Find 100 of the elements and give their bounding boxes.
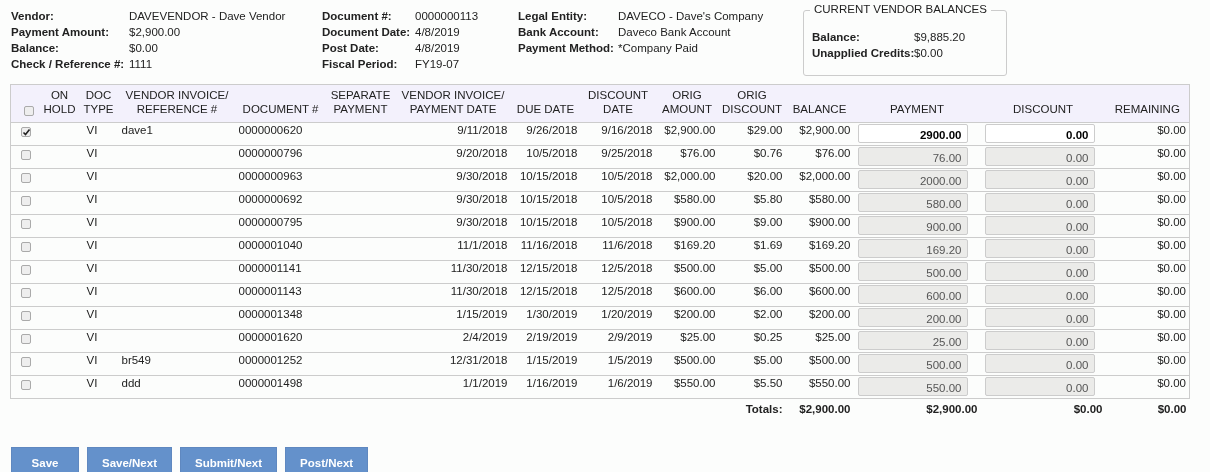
table-cell: 2/9/2019 <box>580 329 656 353</box>
checkbox[interactable] <box>21 380 31 390</box>
table-cell: $600.00 <box>785 283 854 307</box>
field-value: *Company Paid <box>618 41 699 56</box>
column-header: ORIG AMOUNT <box>655 84 719 123</box>
column-header: DOCUMENT # <box>235 84 326 123</box>
field-label: Fiscal Period: <box>322 57 399 72</box>
table-cell: $2.00 <box>718 306 786 330</box>
table-cell: $0.00 <box>1105 375 1190 399</box>
table-cell: 0000001620 <box>235 329 326 353</box>
checkbox[interactable] <box>21 196 31 206</box>
table-cell: 2/4/2019 <box>395 329 511 353</box>
total-value: $0.00 <box>1105 398 1190 424</box>
table-cell: VI <box>78 283 119 307</box>
table-cell: 0000000620 <box>235 122 326 146</box>
table-cell: $900.00 <box>655 214 719 238</box>
table-cell: $76.00 <box>655 145 719 169</box>
table-cell: $0.00 <box>1105 306 1190 330</box>
total-value: $2,900.00 <box>853 398 981 424</box>
column-header: DOC TYPE <box>78 84 119 123</box>
table-cell: 10/15/2018 <box>510 191 581 215</box>
table-cell: 11/16/2018 <box>510 237 581 261</box>
payment-field[interactable]: 2900.00 <box>857 124 968 143</box>
table-cell: 0000001040 <box>235 237 326 261</box>
checkbox[interactable] <box>21 173 31 183</box>
table-cell: $169.20 <box>655 237 719 261</box>
table-cell: 9/30/2018 <box>395 214 511 238</box>
table-cell: 0000001143 <box>235 283 326 307</box>
checkbox[interactable] <box>24 106 35 116</box>
checkbox[interactable] <box>21 242 31 252</box>
field-label: Legal Entity: <box>518 9 588 24</box>
field-value: FY19-07 <box>415 57 461 72</box>
table-cell: $500.00 <box>785 260 854 284</box>
field-label: Bank Account: <box>518 25 600 40</box>
checkbox[interactable] <box>21 357 31 367</box>
field-label: Unapplied Credits: <box>812 46 914 61</box>
table-cell: 10/5/2018 <box>580 191 656 215</box>
field-label: Payment Amount: <box>11 25 110 40</box>
checkbox[interactable] <box>21 311 31 321</box>
table-cell: 9/25/2018 <box>580 145 656 169</box>
table-cell: $25.00 <box>655 329 719 353</box>
table-cell: $500.00 <box>785 352 854 376</box>
table-cell: 11/30/2018 <box>395 283 511 307</box>
table-cell: $200.00 <box>655 306 719 330</box>
table-cell: VI <box>78 260 119 284</box>
field-value: DAVEVENDOR - Dave Vendor <box>129 9 287 24</box>
discount-field[interactable]: 0.00 <box>984 124 1095 143</box>
field-value: 4/8/2019 <box>415 25 461 40</box>
field-label: Payment Method: <box>518 41 615 56</box>
table-cell: $2,900.00 <box>655 122 719 146</box>
table-cell: 12/5/2018 <box>580 260 656 284</box>
field-value: Daveco Bank Account <box>618 25 732 40</box>
field-value: $9,885.20 <box>914 30 967 45</box>
table-cell: $5.00 <box>718 352 786 376</box>
table-cell: $0.00 <box>1105 168 1190 192</box>
table-cell: 2/19/2019 <box>510 329 581 353</box>
table-cell: $0.00 <box>1105 214 1190 238</box>
checkbox[interactable] <box>21 334 31 344</box>
table-cell: $2,900.00 <box>785 122 854 146</box>
table-cell: $169.20 <box>785 237 854 261</box>
table-cell: VI <box>78 306 119 330</box>
table-cell: VI <box>78 145 119 169</box>
table-cell: $0.00 <box>1105 237 1190 261</box>
table-cell: $2,000.00 <box>785 168 854 192</box>
table-cell: $0.00 <box>1105 329 1190 353</box>
table-cell: 0000001252 <box>235 352 326 376</box>
checkbox[interactable] <box>21 127 31 137</box>
table-cell: 9/26/2018 <box>510 122 581 146</box>
column-header: SEPARATE PAYMENT <box>325 84 396 123</box>
table-cell: 1/16/2019 <box>510 375 581 399</box>
table-cell: 0000001141 <box>235 260 326 284</box>
table-cell: $0.76 <box>718 145 786 169</box>
table-cell: $5.00 <box>718 260 786 284</box>
table-cell: 0000000796 <box>235 145 326 169</box>
total-value: $0.00 <box>980 398 1106 424</box>
field-label: Balance: <box>11 41 60 56</box>
checkbox[interactable] <box>21 219 31 229</box>
table-cell: $500.00 <box>655 260 719 284</box>
total-value: $2,900.00 <box>785 398 854 424</box>
checkbox[interactable] <box>21 265 31 275</box>
table-cell: $2,000.00 <box>655 168 719 192</box>
field-value: $0.00 <box>914 46 944 61</box>
table-cell: 0000000963 <box>235 168 326 192</box>
table-cell: $550.00 <box>655 375 719 399</box>
table-cell: 0000000692 <box>235 191 326 215</box>
table-cell: 1/15/2019 <box>395 306 511 330</box>
column-header: DUE DATE <box>510 84 581 123</box>
checkbox[interactable] <box>21 288 31 298</box>
field-value: 4/8/2019 <box>415 41 461 56</box>
table-cell: $0.00 <box>1105 283 1190 307</box>
table-cell: $9.00 <box>718 214 786 238</box>
table-cell: $0.00 <box>1105 260 1190 284</box>
table-cell: 0000001498 <box>235 375 326 399</box>
column-header: VENDOR INVOICE/ REFERENCE # <box>118 84 236 123</box>
table-cell: $6.00 <box>718 283 786 307</box>
table-cell: 0000000795 <box>235 214 326 238</box>
table-cell: VI <box>78 329 119 353</box>
checkbox[interactable] <box>21 150 31 160</box>
table-cell: VI <box>78 168 119 192</box>
field-value: DAVECO - Dave's Company <box>618 9 765 24</box>
